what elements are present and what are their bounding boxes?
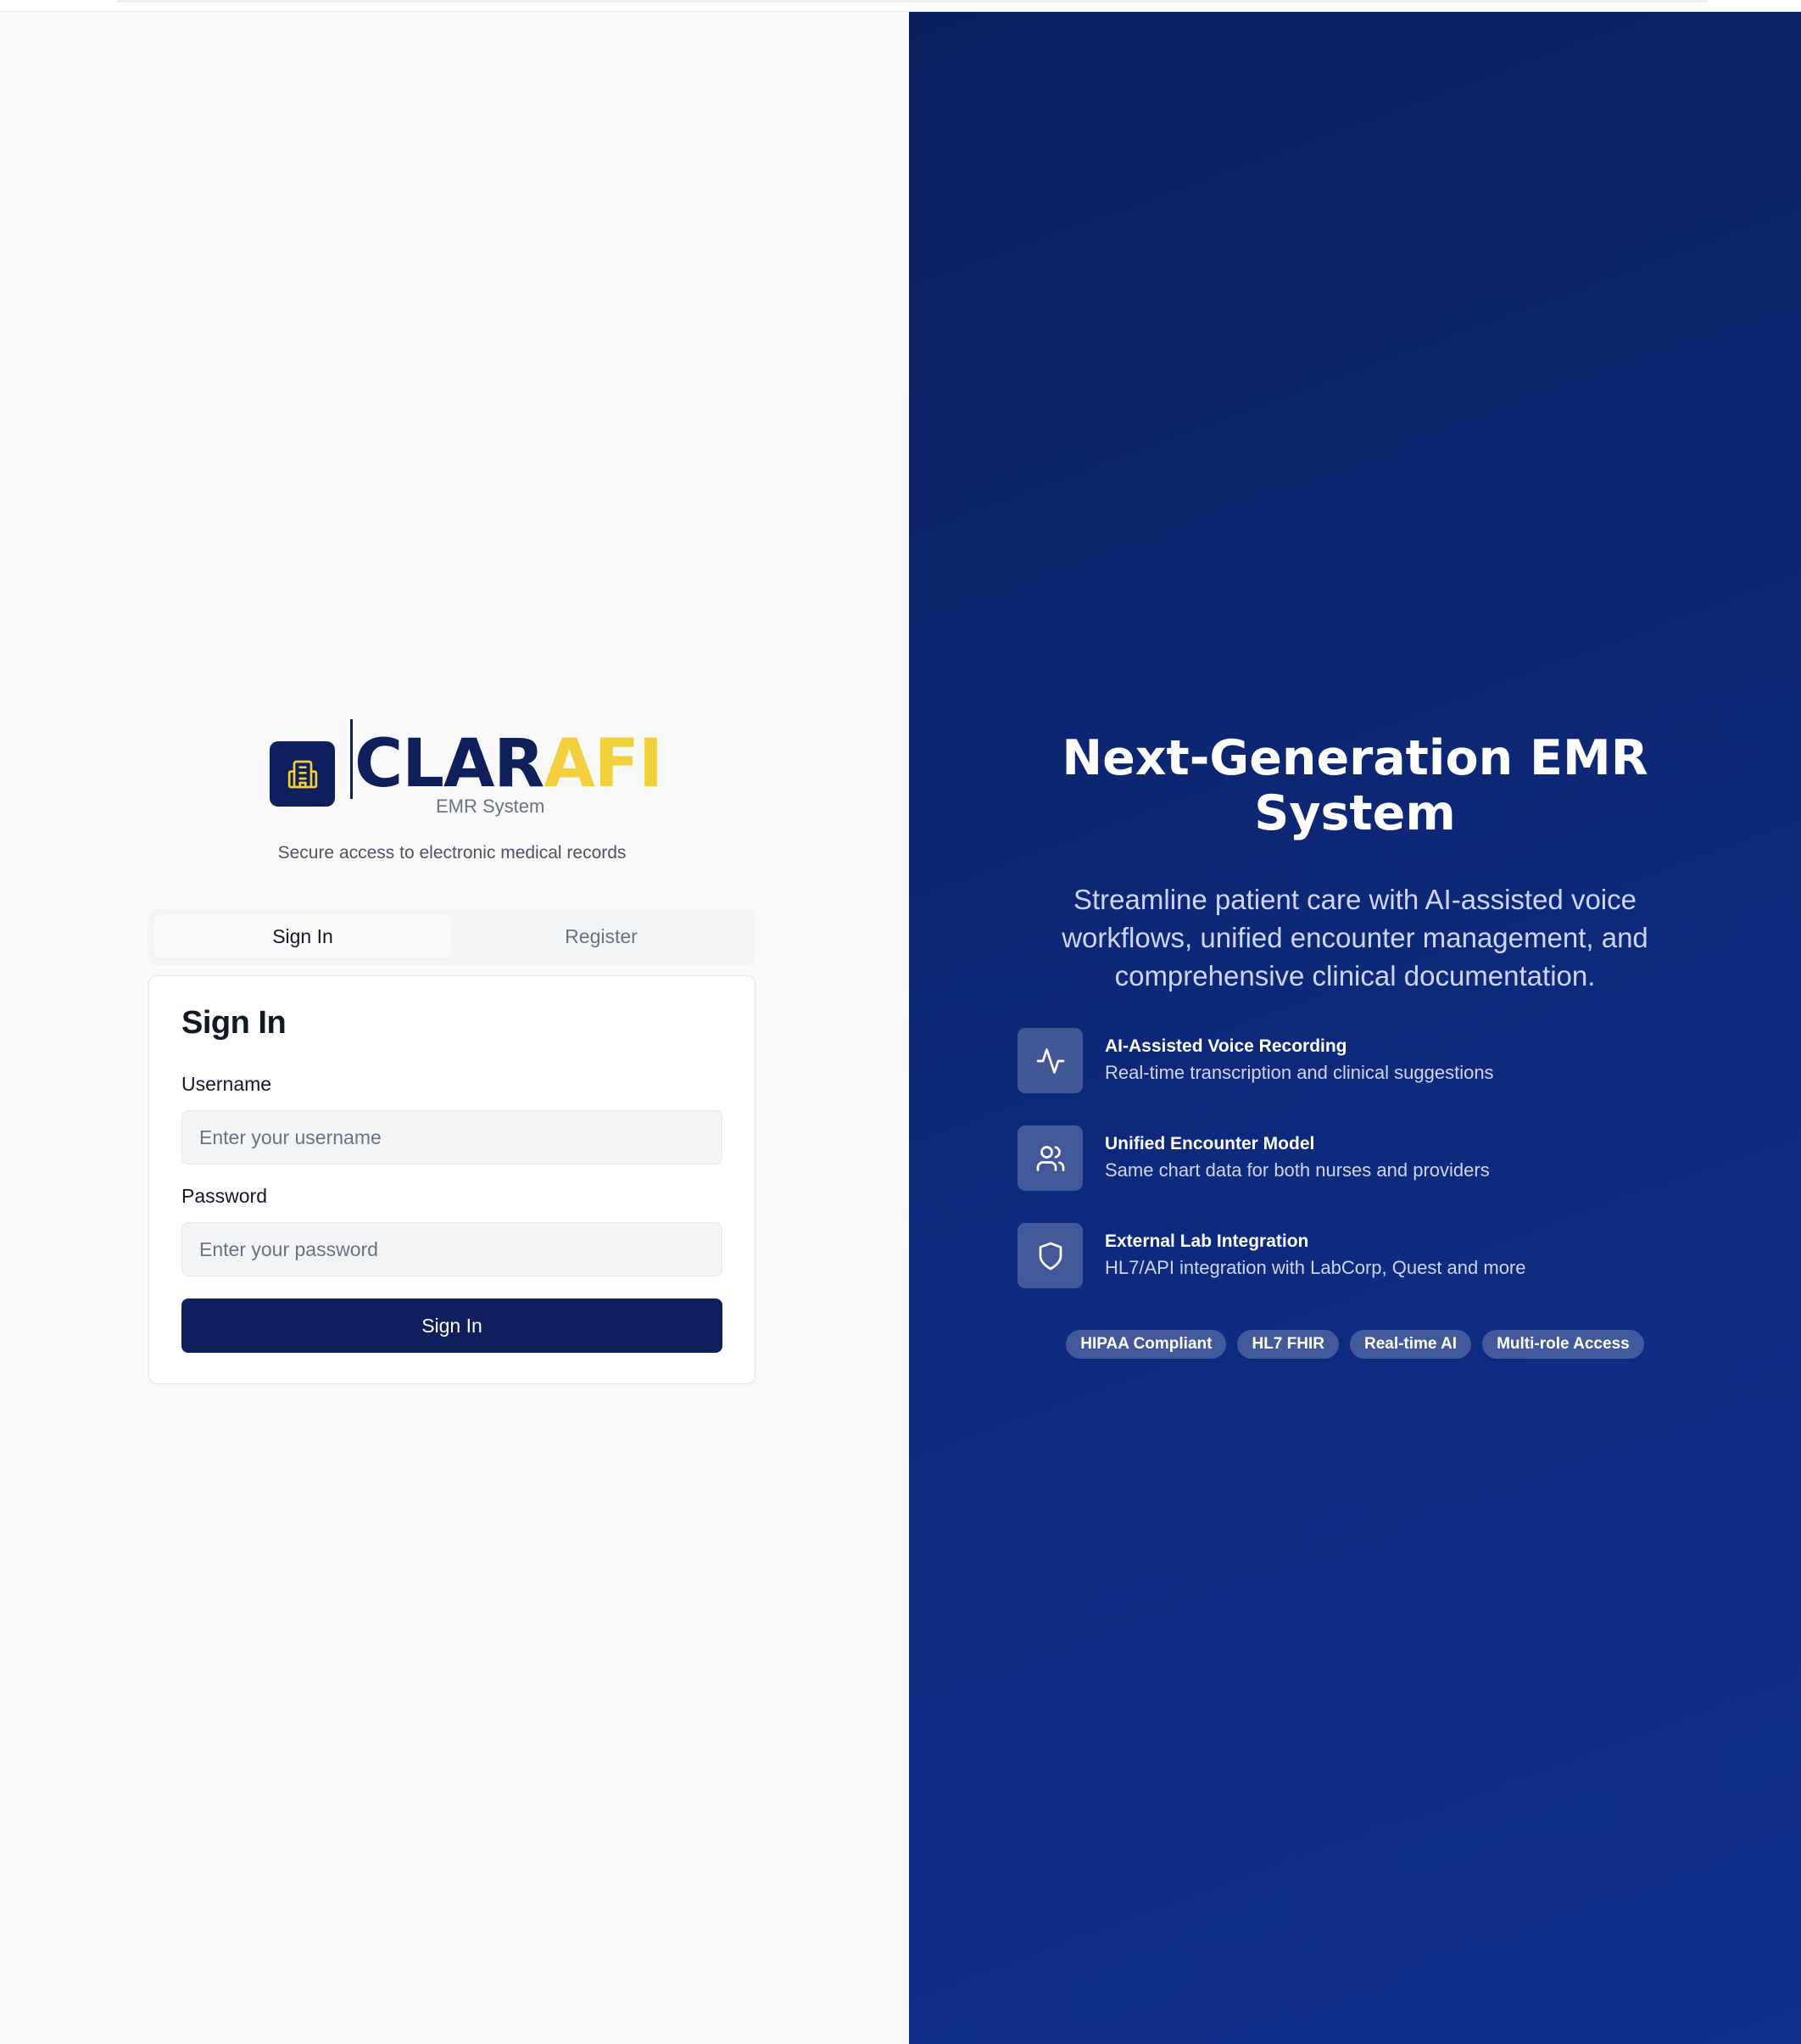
- login-panel: CLARAFI EMR System Secure access to elec…: [0, 12, 909, 2044]
- logo-divider: [350, 719, 353, 799]
- feature-item: AI-Assisted Voice Recording Real-time tr…: [1018, 1028, 1696, 1094]
- feature-description: Same chart data for both nurses and prov…: [1105, 1159, 1490, 1181]
- sign-in-card: Sign In Username Password Sign In: [148, 975, 756, 1384]
- hero-title: Next-Generation EMR System: [909, 731, 1801, 841]
- feature-item: External Lab Integration HL7/API integra…: [1018, 1223, 1696, 1289]
- badge-row: HIPAA Compliant HL7 FHIR Real-time AI Mu…: [909, 1330, 1801, 1359]
- hero-title-line-1: Next-Generation EMR: [1062, 730, 1648, 786]
- tab-sign-in[interactable]: Sign In: [153, 914, 452, 958]
- brand-logo: CLARAFI EMR System: [270, 719, 694, 821]
- sign-in-button[interactable]: Sign In: [181, 1298, 722, 1353]
- username-label: Username: [181, 1073, 272, 1095]
- marketing-panel: Next-Generation EMR System Streamline pa…: [909, 12, 1801, 2044]
- hero-title-line-2: System: [1254, 785, 1456, 841]
- badge-hl7-fhir: HL7 FHIR: [1237, 1330, 1339, 1359]
- top-bar-line: [117, 0, 1708, 3]
- tagline: Secure access to electronic medical reco…: [277, 843, 627, 863]
- password-label: Password: [181, 1185, 267, 1207]
- feature-description: Real-time transcription and clinical sug…: [1105, 1062, 1494, 1083]
- badge-multi-role: Multi-role Access: [1482, 1330, 1644, 1359]
- feature-title: Unified Encounter Model: [1105, 1134, 1315, 1153]
- tab-register[interactable]: Register: [452, 914, 750, 958]
- badge-hipaa: HIPAA Compliant: [1066, 1330, 1227, 1359]
- password-input[interactable]: [181, 1222, 722, 1276]
- auth-tabs: Sign In Register: [148, 909, 756, 965]
- shield-icon: [1018, 1223, 1083, 1288]
- feature-description: HL7/API integration with LabCorp, Quest …: [1105, 1257, 1526, 1278]
- hero-description: Streamline patient care with AI-assisted…: [1062, 884, 1648, 991]
- feature-item: Unified Encounter Model Same chart data …: [1018, 1125, 1696, 1192]
- brand-name-main: CLAR: [354, 726, 544, 802]
- users-icon: [1018, 1125, 1083, 1191]
- username-input[interactable]: [181, 1110, 722, 1164]
- feature-title: AI-Assisted Voice Recording: [1105, 1036, 1347, 1056]
- hospital-building-icon: [270, 741, 335, 807]
- feature-title: External Lab Integration: [1105, 1231, 1309, 1251]
- badge-realtime-ai: Real-time AI: [1349, 1330, 1472, 1359]
- brand-subtitle: EMR System: [436, 796, 545, 817]
- brand-name: CLARAFI: [354, 726, 663, 802]
- brand-name-accent: AFI: [544, 726, 663, 802]
- activity-icon: [1018, 1028, 1083, 1093]
- browser-top-bar: [0, 0, 1801, 12]
- card-title: Sign In: [181, 1005, 287, 1041]
